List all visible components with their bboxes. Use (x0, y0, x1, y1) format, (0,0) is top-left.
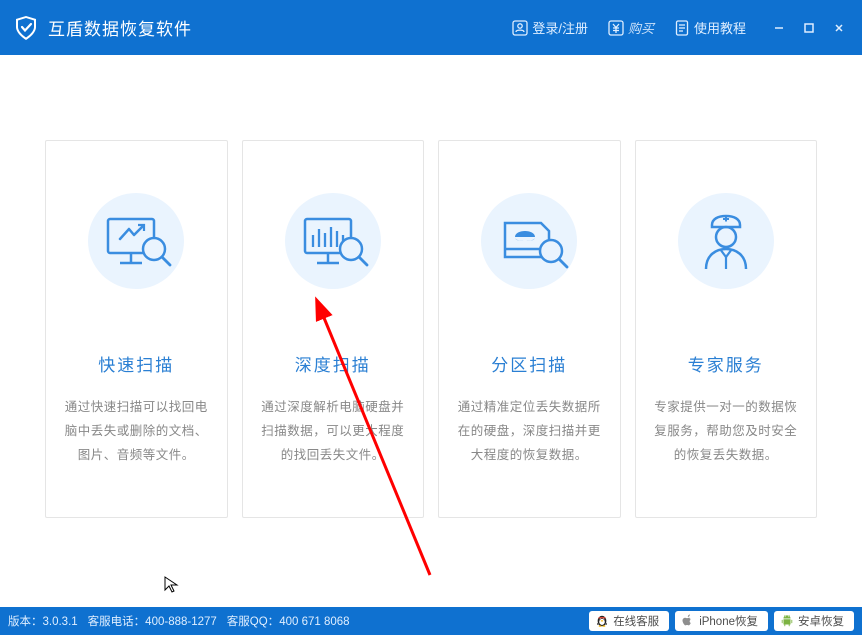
minimize-button[interactable] (764, 16, 794, 40)
card-desc: 通过精准定位丢失数据所在的硬盘，深度扫描并更大程度的恢复数据。 (453, 396, 606, 467)
yuan-icon (608, 20, 624, 36)
phone-text: 客服电话：400-888-1277 (88, 613, 217, 629)
status-bar: 版本：3.0.3.1 客服电话：400-888-1277 客服QQ：400 67… (0, 607, 862, 635)
window-controls (764, 16, 854, 40)
buy-button[interactable]: 购买 (602, 14, 660, 41)
card-desc: 通过快速扫描可以找回电脑中丢失或删除的文档、图片、音频等文件。 (60, 396, 213, 467)
apple-icon (681, 614, 695, 628)
qq-text: 客服QQ：400 671 8068 (227, 613, 350, 629)
title-bar: 互盾数据恢复软件 登录/注册 购买 使用教程 (0, 0, 862, 55)
card-expert-service[interactable]: 专家服务 专家提供一对一的数据恢复服务，帮助您及时安全的恢复丢失数据。 (635, 140, 818, 518)
card-title: 深度扫描 (295, 351, 371, 376)
maximize-button[interactable] (794, 16, 824, 40)
cursor-icon (163, 575, 181, 593)
footer-info: 版本：3.0.3.1 客服电话：400-888-1277 客服QQ：400 67… (8, 613, 350, 629)
login-button[interactable]: 登录/注册 (506, 14, 594, 41)
footer-buttons: 在线客服 iPhone恢复 安卓恢复 (589, 611, 854, 631)
android-icon (780, 614, 794, 628)
app-logo: 互盾数据恢复软件 (12, 14, 192, 42)
tutorial-button[interactable]: 使用教程 (668, 14, 752, 41)
card-desc: 通过深度解析电脑硬盘并扫描数据，可以更大程度的找回丢失文件。 (257, 396, 410, 467)
card-partition-scan[interactable]: 分区扫描 通过精准定位丢失数据所在的硬盘，深度扫描并更大程度的恢复数据。 (438, 140, 621, 518)
close-button[interactable] (824, 16, 854, 40)
main-content: 快速扫描 通过快速扫描可以找回电脑中丢失或删除的文档、图片、音频等文件。 深度扫… (0, 55, 862, 518)
online-service-label: 在线客服 (613, 613, 659, 629)
buy-label: 购买 (628, 18, 654, 37)
card-quick-scan[interactable]: 快速扫描 通过快速扫描可以找回电脑中丢失或删除的文档、图片、音频等文件。 (45, 140, 228, 518)
shield-icon (12, 14, 40, 42)
android-recovery-label: 安卓恢复 (798, 613, 844, 629)
partition-scan-icon (479, 191, 579, 291)
card-deep-scan[interactable]: 深度扫描 通过深度解析电脑硬盘并扫描数据，可以更大程度的找回丢失文件。 (242, 140, 425, 518)
iphone-recovery-label: iPhone恢复 (699, 613, 758, 629)
card-title: 专家服务 (688, 351, 764, 376)
tutorial-label: 使用教程 (694, 18, 746, 37)
card-title: 分区扫描 (491, 351, 567, 376)
qq-penguin-icon (595, 614, 609, 628)
android-recovery-button[interactable]: 安卓恢复 (774, 611, 854, 631)
doc-icon (674, 20, 690, 36)
deep-scan-icon (283, 191, 383, 291)
app-title: 互盾数据恢复软件 (48, 15, 192, 40)
version-text: 版本：3.0.3.1 (8, 613, 78, 629)
card-desc: 专家提供一对一的数据恢复服务，帮助您及时安全的恢复丢失数据。 (650, 396, 803, 467)
header-actions: 登录/注册 购买 使用教程 (506, 14, 862, 41)
card-title: 快速扫描 (98, 351, 174, 376)
quick-scan-icon (86, 191, 186, 291)
online-service-button[interactable]: 在线客服 (589, 611, 669, 631)
iphone-recovery-button[interactable]: iPhone恢复 (675, 611, 768, 631)
expert-service-icon (676, 191, 776, 291)
user-icon (512, 20, 528, 36)
login-label: 登录/注册 (532, 18, 588, 37)
